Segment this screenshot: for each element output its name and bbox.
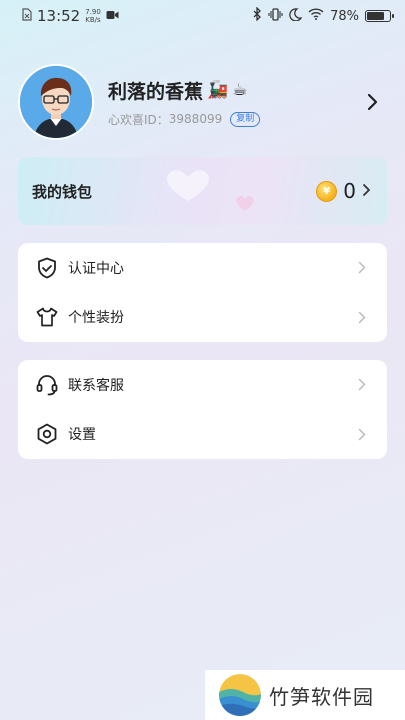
network-speed-value: 7.90 [85, 8, 101, 16]
wallet-amount: 0 [343, 179, 356, 203]
watermark-logo-icon [219, 674, 261, 716]
menu-label: 个性装扮 [68, 310, 124, 327]
wifi-icon [308, 8, 324, 24]
menu-item-customer-service[interactable]: 联系客服 [18, 360, 387, 410]
chevron-right-icon [355, 427, 369, 441]
vibrate-icon [268, 7, 283, 25]
menu-item-personal-dressup[interactable]: 个性装扮 [18, 293, 387, 343]
battery-percent: 78% [330, 8, 359, 24]
chevron-right-icon [355, 261, 369, 275]
sim-icon [22, 7, 32, 25]
wallet-card[interactable]: 我的钱包 ¥ 0 [18, 157, 387, 225]
menu-label: 联系客服 [68, 377, 124, 394]
menu-label: 设置 [68, 427, 96, 444]
copy-id-button[interactable]: 复制 [230, 111, 261, 127]
avatar[interactable] [18, 64, 94, 140]
menu-label: 认证中心 [68, 260, 124, 277]
user-id-value: 3988099 [168, 112, 223, 126]
username-row: 利落的香蕉 🚂 ☕ [108, 77, 361, 104]
wallet-label: 我的钱包 [32, 182, 93, 201]
menu-card-2: 联系客服 设置 [18, 360, 387, 459]
coin-icon: ¥ [316, 180, 338, 202]
network-speed: 7.90 KB/s [85, 8, 101, 24]
menu-item-verification-center[interactable]: 认证中心 [18, 243, 387, 293]
battery-icon [365, 10, 394, 22]
train-emoji: 🚂 [207, 80, 229, 100]
video-record-icon [106, 8, 119, 24]
menu-item-settings[interactable]: 设置 [18, 410, 387, 460]
status-time: 13:52 [37, 7, 81, 25]
small-heart-decoration-icon [236, 195, 254, 211]
do-not-disturb-moon-icon [289, 7, 303, 25]
avatar-illustration [20, 66, 92, 138]
watermark: 竹笋软件园 [205, 670, 405, 720]
network-speed-unit: KB/s [85, 16, 101, 24]
tshirt-icon [36, 306, 58, 328]
status-bar: 13:52 7.90 KB/s 78% [0, 0, 405, 32]
shield-check-icon [36, 257, 58, 279]
user-id-label: 心欢喜ID： [108, 112, 169, 127]
chevron-right-icon [355, 378, 369, 392]
watermark-text: 竹笋软件园 [269, 684, 374, 709]
headset-icon [36, 374, 58, 396]
chevron-right-icon [362, 182, 371, 201]
heart-decoration-icon [166, 170, 210, 201]
battery-level [367, 12, 385, 20]
coffee-emoji: ☕ [232, 80, 248, 100]
chevron-right-icon [355, 310, 369, 324]
wallet-balance: ¥ 0 [316, 179, 371, 203]
user-id-row: 心欢喜ID： 3988099 复制 [108, 111, 361, 128]
profile-info: 利落的香蕉 🚂 ☕ 心欢喜ID： 3988099 复制 [108, 77, 361, 128]
username: 利落的香蕉 [108, 80, 204, 103]
profile-header[interactable]: 利落的香蕉 🚂 ☕ 心欢喜ID： 3988099 复制 [18, 64, 385, 140]
chevron-right-icon[interactable] [361, 90, 385, 114]
menu-card-1: 认证中心 个性装扮 [18, 243, 387, 342]
settings-hexagon-icon [36, 423, 58, 445]
bluetooth-icon [253, 6, 262, 25]
